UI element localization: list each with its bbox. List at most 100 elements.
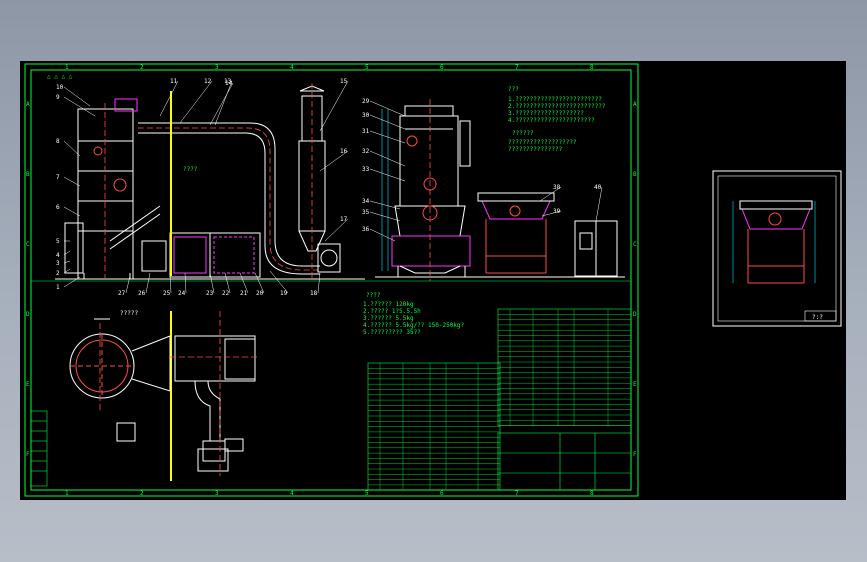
- detail-sheet: [712, 170, 842, 327]
- control-cabinet: [574, 220, 618, 277]
- zone-letter: D: [26, 311, 30, 318]
- zone-letter: C: [26, 241, 30, 248]
- callout-number: 32: [362, 148, 370, 155]
- notes-top-line: 1.????????????????????????: [508, 96, 602, 103]
- exhaust-duct-centerline: [138, 127, 320, 271]
- callout-number: 12: [204, 78, 212, 85]
- callout-number: 25: [163, 290, 171, 297]
- zone-letter: E: [26, 381, 30, 388]
- detail-sheet-title: ?:?: [812, 314, 823, 321]
- cad-drawing: 12345678 12345678 A AB BC CD DE EF F △ △ △ △: [24, 63, 842, 497]
- leader-line: [209, 82, 234, 126]
- zone-number: 4: [290, 490, 294, 497]
- callout-number: 2: [56, 270, 60, 277]
- callout-number: 38: [553, 184, 561, 191]
- leader-line: [319, 80, 349, 132]
- zone-number: 8: [590, 490, 594, 497]
- side-dimension-lines: [381, 109, 389, 271]
- zone-number: 6: [440, 490, 444, 497]
- callout-number: 10: [56, 84, 64, 91]
- notes-middle-heading: ????: [366, 292, 381, 299]
- bom-table-right: [497, 308, 632, 426]
- callouts-left: 10 9 8 7 6 5 43 2 1: [56, 84, 96, 291]
- notes-top-line: 3.???????????????????: [508, 110, 584, 117]
- callout-number: 29: [362, 98, 370, 105]
- leader-line: [214, 80, 233, 126]
- technical-notes-middle: ???? 1.?????? 120kg 2.????? 1?5.5.5h 3.?…: [363, 292, 465, 336]
- leader-line: [317, 272, 321, 294]
- leader-line: [369, 211, 401, 222]
- callout-number: 26: [138, 290, 146, 297]
- notes-middle-line: 3.?????? 5.5kg: [363, 315, 414, 322]
- leader-line: [159, 80, 179, 117]
- callout-number: 18: [310, 290, 318, 297]
- cyclone-separator: [298, 85, 341, 273]
- zone-number: 5: [365, 64, 369, 71]
- leader-line: [63, 96, 96, 117]
- notes-top-heading2: ??????: [512, 130, 534, 137]
- cad-viewport[interactable]: 12345678 12345678 AABBCCDDEEFF △ △ △ △ ?…: [20, 61, 846, 500]
- zone-letter: F: [633, 451, 637, 458]
- technical-notes-top: ??? 1.???????????????????????? 2.???????…: [508, 86, 606, 153]
- zone-number: 5: [365, 490, 369, 497]
- zone-letter: F: [26, 451, 30, 458]
- zone-letter: B: [633, 171, 637, 178]
- dryer-side-view: [375, 105, 625, 278]
- leader-line: [179, 80, 213, 124]
- callout-number: 34: [362, 198, 370, 205]
- centerline-label: ????: [183, 166, 198, 173]
- callout-number: 33: [362, 166, 370, 173]
- notes-middle-line: 4.?????? 5.5kg/?? 150-250kg?: [363, 322, 465, 329]
- callout-number: 27: [118, 290, 126, 297]
- callout-number: 8: [56, 138, 60, 145]
- zone-number: 1: [65, 490, 69, 497]
- zone-number: 4: [290, 64, 294, 71]
- notes-top-line: 2.?????????????????????????: [508, 103, 606, 110]
- svg-text:△ △ △ △: △ △ △ △: [47, 73, 73, 80]
- zone-number: 3: [215, 64, 219, 71]
- title-block: [497, 432, 632, 491]
- leader-line: [595, 186, 603, 222]
- plan-view-label: ?????: [120, 310, 138, 317]
- callout-number: 24: [178, 290, 186, 297]
- leader-line: [369, 228, 396, 242]
- air-heater: [141, 232, 261, 278]
- callout-number: 19: [280, 290, 288, 297]
- callout-number: 35: [362, 209, 370, 216]
- notes-top-line2: ???????????????????: [508, 139, 577, 146]
- bom-table-left: [367, 362, 501, 491]
- callout-number: 11: [170, 78, 178, 85]
- callout-number: 22: [222, 290, 230, 297]
- product-trolley: [477, 192, 555, 274]
- left-title-strip: [30, 410, 48, 487]
- notes-top-heading: ???: [508, 86, 519, 93]
- dryer-plan-view: [69, 318, 256, 472]
- callout-number: 20: [256, 290, 264, 297]
- zone-number: 8: [590, 64, 594, 71]
- revision-marks: △ △ △ △: [47, 73, 73, 80]
- zone-number: 7: [515, 490, 519, 497]
- zone-letter: E: [633, 381, 637, 388]
- zone-number: 2: [140, 490, 144, 497]
- callout-number: 39: [553, 208, 561, 215]
- zone-letter: A: [633, 101, 637, 108]
- callout-number: 17: [340, 216, 348, 223]
- callout-number: 16: [340, 148, 348, 155]
- callout-number: 40: [594, 184, 602, 191]
- callout-number: 21: [240, 290, 248, 297]
- zone-number: 7: [515, 64, 519, 71]
- zone-number: 2: [140, 64, 144, 71]
- callout-number: 15: [340, 78, 348, 85]
- callout-number: 3: [56, 260, 60, 267]
- exhaust-duct: [138, 122, 320, 275]
- callout-number: 9: [56, 94, 60, 101]
- zone-number: 6: [440, 64, 444, 71]
- zone-letter: C: [633, 241, 637, 248]
- zone-letter: B: [26, 171, 30, 178]
- leader-line: [369, 100, 406, 117]
- leader-line: [63, 86, 91, 107]
- callout-number: 5: [56, 238, 60, 245]
- notes-middle-line: 5.????????? 35??: [363, 329, 421, 336]
- callout-number: 4: [56, 252, 60, 259]
- callouts-middle: 29 30 31 32 33 34 35 36: [362, 98, 406, 242]
